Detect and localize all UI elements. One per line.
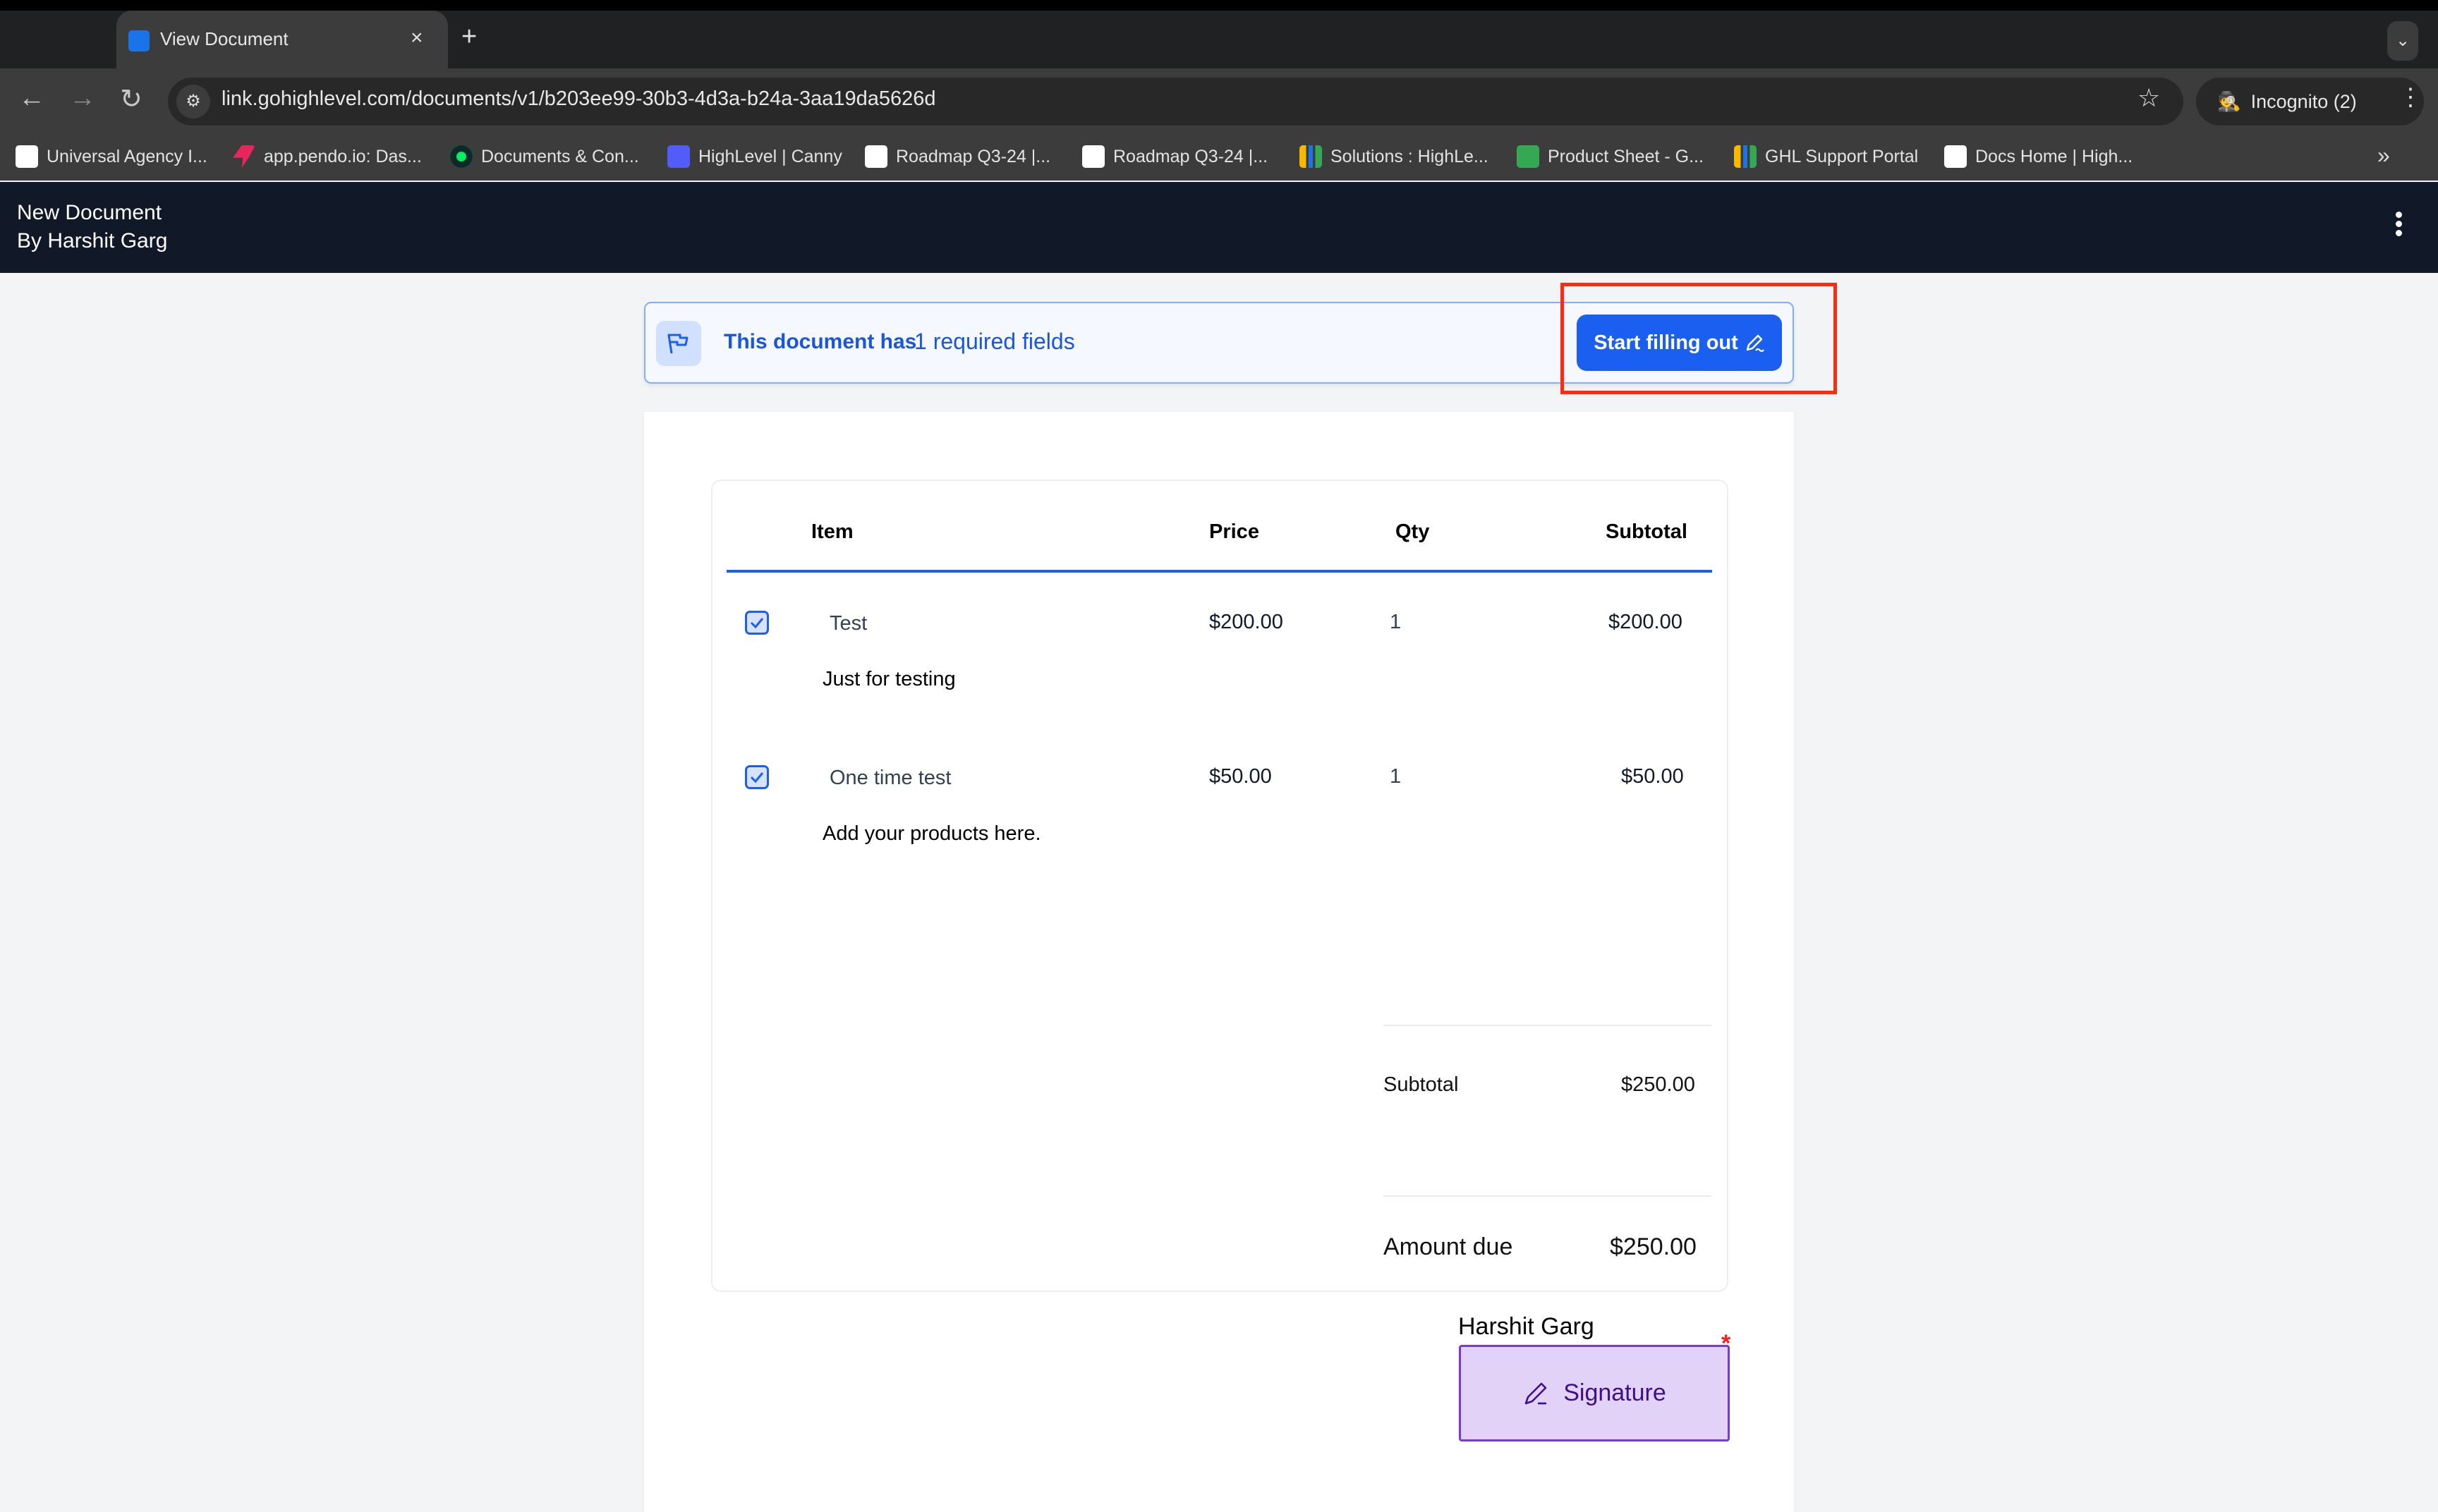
canny-favicon-icon <box>667 145 690 168</box>
clickup-favicon-icon <box>865 145 887 168</box>
item-name: Test <box>830 612 868 635</box>
subtotal-label: Subtotal <box>1383 1073 1459 1096</box>
header-subtotal: Subtotal <box>1606 520 1687 543</box>
banner-text: This document has <box>724 330 917 353</box>
document-favicon-icon <box>128 30 150 51</box>
new-tab-button[interactable]: + <box>461 22 477 52</box>
site-settings-icon[interactable]: ⚙ <box>176 85 210 118</box>
bookmark-item[interactable]: GHL Support Portal <box>1734 145 1918 169</box>
highlight-annotation <box>1560 283 1837 394</box>
clickup-favicon-icon <box>1944 145 1967 168</box>
tab-search-button[interactable]: ⌄ <box>2387 21 2418 61</box>
amount-due-value: $250.00 <box>1610 1233 1697 1260</box>
pen-icon <box>1524 1382 1547 1404</box>
pendo-favicon-icon <box>233 145 255 168</box>
document-author: By Harshit Garg <box>17 229 168 252</box>
signer-name: Harshit Garg <box>1458 1313 1594 1340</box>
item-checkbox[interactable] <box>745 765 769 789</box>
item-qty: 1 <box>1390 611 1402 633</box>
header-qty: Qty <box>1395 520 1430 543</box>
incognito-button[interactable]: 🕵 Incognito (2) <box>2196 78 2424 126</box>
url-text[interactable]: link.gohighlevel.com/documents/v1/b203ee… <box>222 87 936 111</box>
item-subtotal: $50.00 <box>1621 765 1684 788</box>
checkmark-icon <box>750 772 764 784</box>
bookmark-item[interactable]: Product Sheet - G... <box>1517 145 1704 169</box>
highlevel-arrows-icon <box>1734 145 1757 168</box>
highlevel-arrows-icon <box>1299 145 1322 168</box>
document-title: New Document <box>17 201 162 224</box>
bookmarks-overflow-icon[interactable]: » <box>2377 142 2390 169</box>
bookmark-item[interactable]: Roadmap Q3-24 |... <box>1082 145 1268 169</box>
bookmark-item[interactable]: Docs Home | High... <box>1944 145 2133 169</box>
bookmark-item[interactable]: Roadmap Q3-24 |... <box>865 145 1050 169</box>
google-sheets-icon <box>1517 145 1539 168</box>
more-options-icon[interactable] <box>2390 212 2407 244</box>
header-price: Price <box>1209 520 1259 543</box>
header-item: Item <box>811 520 854 543</box>
bookmark-item[interactable]: Solutions : HighLe... <box>1299 145 1488 169</box>
chrome-menu-icon[interactable]: ⋮ <box>2398 83 2422 111</box>
signature-label: Signature <box>1563 1379 1666 1406</box>
item-description: Add your products here. <box>823 822 1041 845</box>
flag-icon <box>656 321 701 366</box>
summary-divider <box>1383 1195 1711 1197</box>
mongodb-leaf-icon <box>450 145 473 168</box>
bookmark-item[interactable]: Documents & Con... <box>450 145 639 169</box>
item-price: $200.00 <box>1209 611 1283 633</box>
agency-favicon-icon <box>16 145 38 168</box>
forward-button[interactable]: → <box>69 83 96 114</box>
bookmark-item[interactable]: Universal Agency I... <box>16 145 207 169</box>
required-indicator: * <box>1721 1330 1731 1357</box>
header-divider <box>727 570 1712 573</box>
incognito-icon: 🕵 <box>2217 91 2241 112</box>
reload-button[interactable]: ↻ <box>120 83 142 115</box>
item-qty: 1 <box>1390 765 1402 788</box>
bookmark-star-icon[interactable]: ☆ <box>2137 83 2160 113</box>
clickup-favicon-icon <box>1082 145 1105 168</box>
item-price: $50.00 <box>1209 765 1272 788</box>
close-tab-icon[interactable]: × <box>411 26 423 50</box>
back-button[interactable]: ← <box>18 83 45 114</box>
signature-field[interactable]: Signature <box>1459 1345 1730 1441</box>
item-checkbox[interactable] <box>745 611 769 635</box>
product-table <box>711 480 1728 1292</box>
bookmark-item[interactable]: app.pendo.io: Das... <box>233 145 422 169</box>
app-header <box>0 182 2438 273</box>
tab-title: View Document <box>160 28 289 49</box>
item-subtotal: $200.00 <box>1608 611 1682 633</box>
top-strip <box>0 0 2438 11</box>
subtotal-value: $250.00 <box>1621 1073 1695 1096</box>
incognito-label: Incognito (2) <box>2250 91 2357 112</box>
summary-divider <box>1383 1025 1711 1026</box>
required-fields-count: 1 required fields <box>914 329 1075 354</box>
amount-due-label: Amount due <box>1383 1233 1513 1260</box>
item-name: One time test <box>830 767 952 789</box>
bookmark-item[interactable]: HighLevel | Canny <box>667 145 842 169</box>
item-description: Just for testing <box>823 668 956 690</box>
checkmark-icon <box>750 618 764 629</box>
